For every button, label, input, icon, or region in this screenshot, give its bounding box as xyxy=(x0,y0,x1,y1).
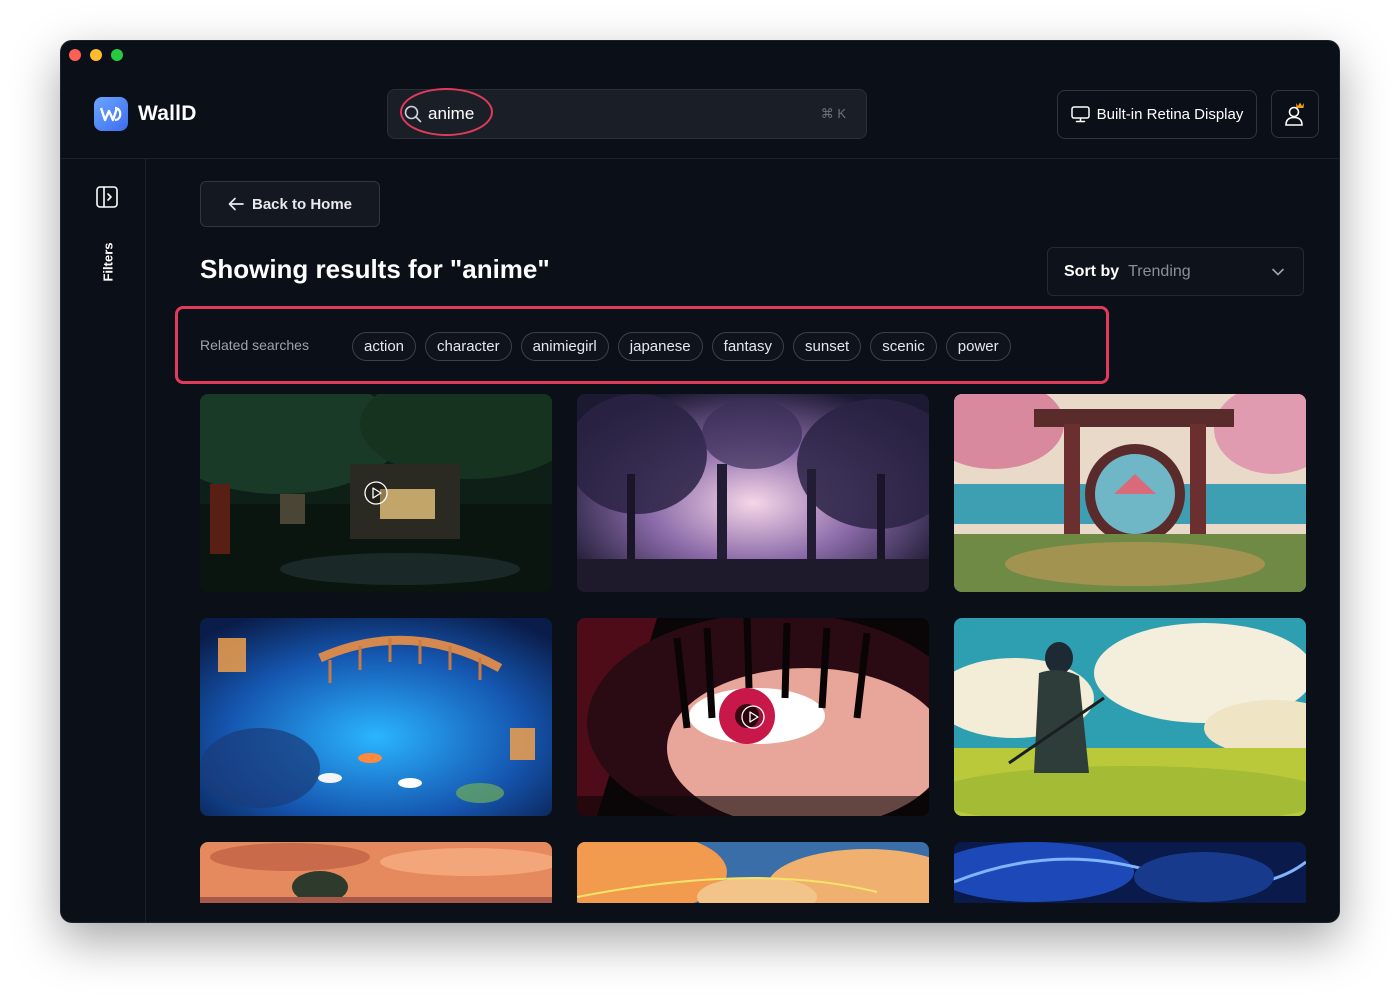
sidebar-toggle-icon[interactable] xyxy=(95,185,119,209)
related-tag[interactable]: power xyxy=(945,332,1011,361)
app-logo[interactable]: WallD xyxy=(94,97,197,131)
wallpaper-card-samurai-meadow[interactable] xyxy=(954,618,1306,816)
related-tag[interactable]: sunset xyxy=(793,332,862,361)
arrow-left-icon xyxy=(228,197,244,211)
chevron-down-icon xyxy=(1272,268,1284,276)
play-video-icon xyxy=(364,481,388,505)
wallpaper-card-koi-pond[interactable] xyxy=(200,618,552,816)
page-title: Showing results for "anime" xyxy=(200,254,550,284)
related-tag[interactable]: japanese xyxy=(617,332,703,361)
related-tag[interactable]: action xyxy=(352,332,417,361)
wallpaper-card-sunset-island[interactable] xyxy=(200,842,552,903)
account-button[interactable] xyxy=(1271,90,1319,138)
wallpaper-grid xyxy=(200,394,1306,903)
search-highlight-annotation xyxy=(400,88,493,136)
related-tags-list: action character animiegirl japanese fan… xyxy=(352,332,1011,361)
wallpaper-card-orange-clouds[interactable] xyxy=(577,842,929,903)
top-bar: WallD anime ⌘ K Built-in Retina Display xyxy=(60,40,1340,159)
related-tag[interactable]: fantasy xyxy=(711,332,785,361)
related-tag[interactable]: animiegirl xyxy=(520,332,609,361)
related-tag[interactable]: character xyxy=(425,332,512,361)
wallpaper-card-blue-dragon[interactable] xyxy=(954,842,1306,903)
wallpaper-card-red-eye[interactable] xyxy=(577,618,929,816)
sort-value: Trending xyxy=(1128,262,1191,280)
filters-label[interactable]: Filters xyxy=(101,242,116,281)
wallpaper-card-purple-forest[interactable] xyxy=(577,394,929,592)
app-name: WallD xyxy=(138,102,197,125)
filters-sidebar: Filters xyxy=(60,159,146,923)
sort-dropdown[interactable]: Sort by Trending xyxy=(1047,247,1304,296)
display-selector-button[interactable]: Built-in Retina Display xyxy=(1057,90,1257,139)
play-video-icon xyxy=(741,705,765,729)
wallpaper-card-torii-gate[interactable] xyxy=(954,394,1306,592)
sort-label: Sort by xyxy=(1064,262,1120,280)
display-label: Built-in Retina Display xyxy=(1096,106,1244,123)
search-shortcut-hint: ⌘ K xyxy=(820,106,846,121)
app-window: WallD anime ⌘ K Built-in Retina Display xyxy=(60,40,1340,923)
back-button-label: Back to Home xyxy=(251,195,353,213)
wallpaper-card-forest-shop[interactable] xyxy=(200,394,552,592)
related-tag[interactable]: scenic xyxy=(870,332,937,361)
monitor-icon xyxy=(1070,106,1090,123)
back-to-home-button[interactable]: Back to Home xyxy=(200,181,380,227)
related-searches-label: Related searches xyxy=(200,337,309,353)
walld-logo-icon xyxy=(94,97,128,131)
user-crown-icon xyxy=(1285,102,1304,126)
